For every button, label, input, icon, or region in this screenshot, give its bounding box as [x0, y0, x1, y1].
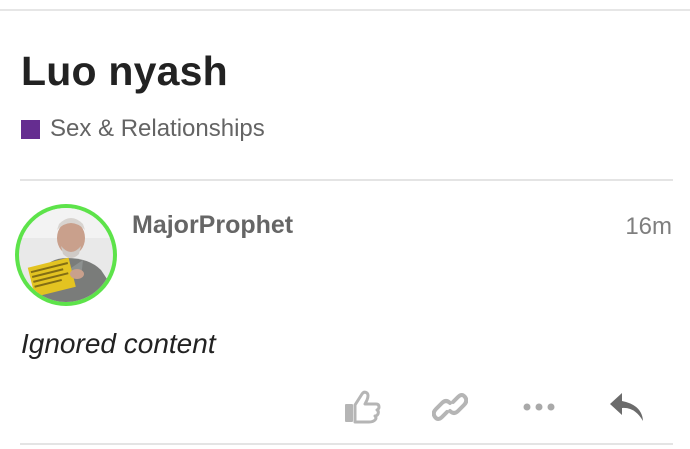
more-button[interactable] [516, 384, 562, 430]
like-button[interactable] [339, 384, 385, 430]
ellipsis-icon [523, 403, 555, 411]
category-label: Sex & Relationships [50, 115, 265, 142]
title-divider [20, 179, 673, 181]
reply-arrow-icon [610, 393, 643, 421]
avatar[interactable] [15, 204, 117, 306]
post-username[interactable]: MajorProphet [132, 211, 293, 240]
post-actions [0, 384, 690, 430]
link-icon [432, 393, 468, 421]
post-divider [20, 443, 673, 445]
topic-title: Luo nyash [21, 48, 228, 94]
category-badge[interactable]: Sex & Relationships [21, 114, 265, 144]
post-timestamp[interactable]: 16m [625, 213, 672, 241]
reply-button[interactable] [604, 384, 650, 430]
post-body: Ignored content [21, 328, 216, 359]
avatar-photo [19, 208, 113, 302]
thumbs-up-icon [345, 390, 381, 424]
top-divider [0, 9, 690, 11]
category-color-swatch [21, 119, 40, 139]
copy-link-button[interactable] [427, 384, 473, 430]
